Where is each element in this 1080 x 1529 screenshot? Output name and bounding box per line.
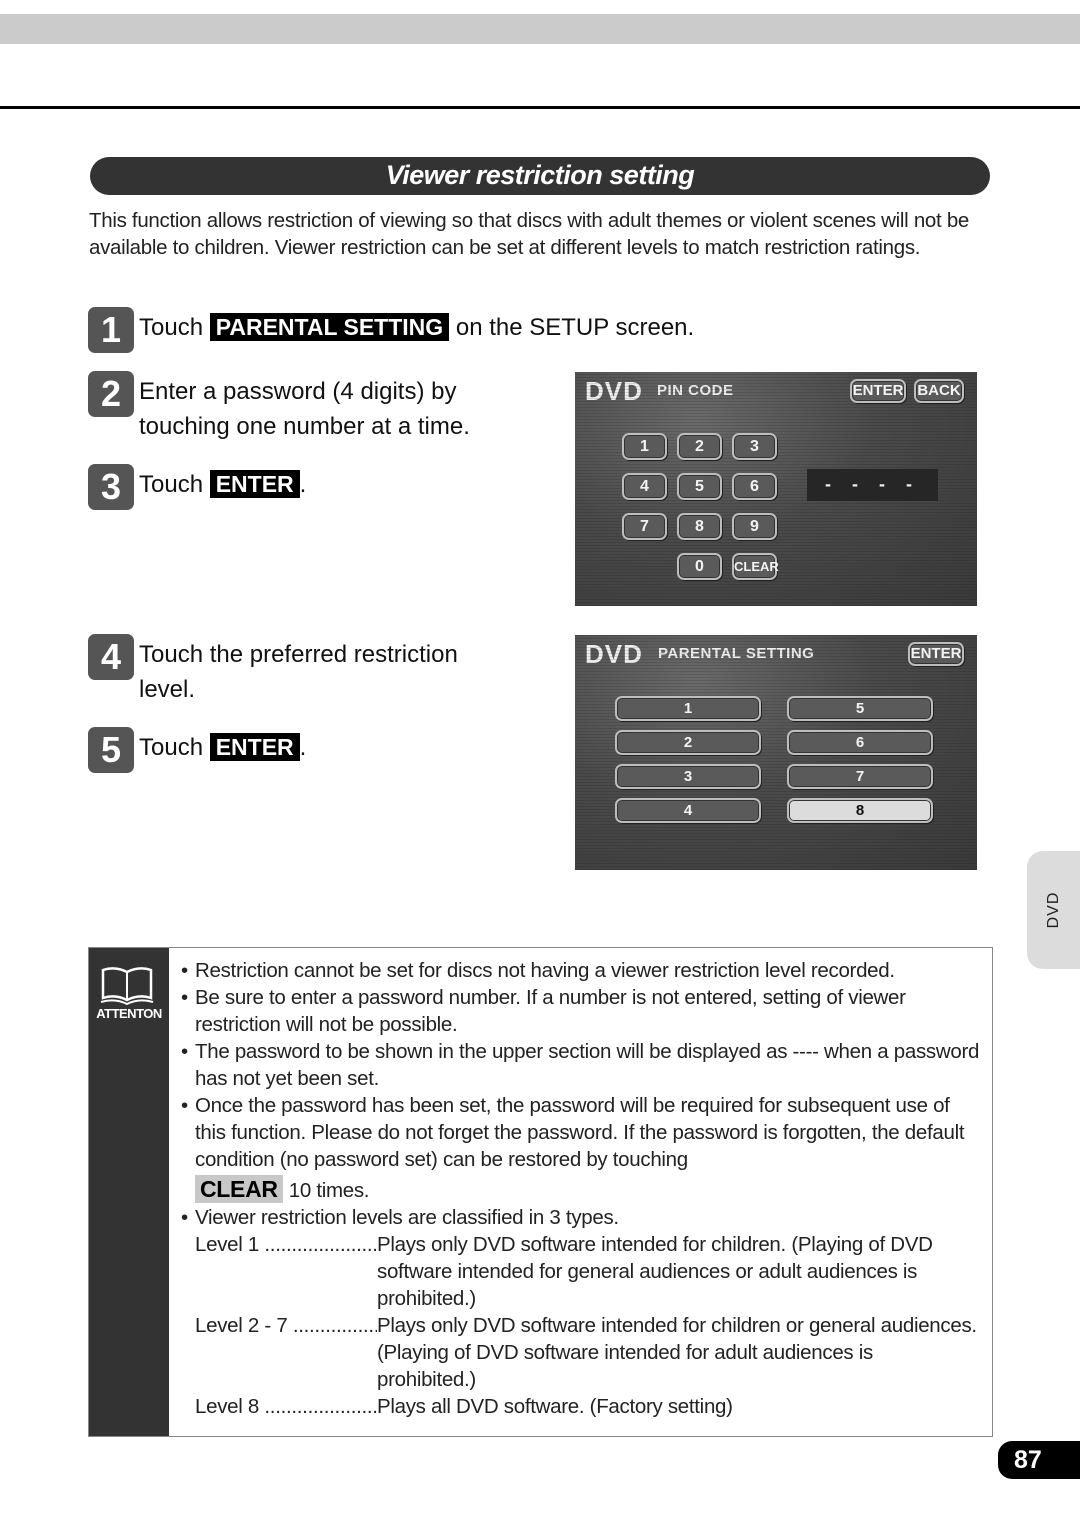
level-3-button[interactable]: 3 <box>615 764 761 789</box>
attention-bullet: Be sure to enter a password number. If a… <box>181 984 981 1038</box>
level-description: Plays only DVD software intended for chi… <box>377 1233 933 1310</box>
step-text: Enter a password (4 digits) by touching … <box>139 374 470 444</box>
level-6-button[interactable]: 6 <box>787 730 933 755</box>
clear-instruction: CLEAR 10 times. <box>181 1175 981 1204</box>
screen-title: PARENTAL SETTING <box>658 645 815 662</box>
section-tab-label: DVD <box>1044 891 1062 929</box>
level-7-button[interactable]: 7 <box>787 764 933 789</box>
intro-paragraph: This function allows restriction of view… <box>89 209 970 259</box>
clear-suffix: 10 times. <box>288 1179 370 1202</box>
step-number: 4 <box>88 634 134 680</box>
step-number: 1 <box>88 307 134 353</box>
level-name: Level 1 ................................… <box>195 1233 377 1256</box>
step-text-post: on the SETUP screen. <box>449 314 695 341</box>
level-row: Level 1 ................................… <box>181 1231 981 1312</box>
key-8[interactable]: 8 <box>677 513 722 540</box>
parental-setting-screen: DVD PARENTAL SETTING ENTER 1 2 3 4 5 6 7… <box>575 635 977 870</box>
key-6[interactable]: 6 <box>732 473 777 500</box>
attention-bullet: Once the password has been set, the pass… <box>181 1092 981 1173</box>
step-line-1: Enter a password (4 digits) by <box>139 378 457 405</box>
attention-bullet: Restriction cannot be set for discs not … <box>181 957 981 984</box>
header-rule <box>0 106 1080 109</box>
enter-button[interactable]: ENTER <box>850 379 906 403</box>
key-3[interactable]: 3 <box>732 433 777 460</box>
dvd-logo: DVD <box>585 639 643 669</box>
step-text: Touch ENTER. <box>139 467 306 502</box>
step-text-post: . <box>299 471 307 498</box>
level-4-button[interactable]: 4 <box>615 798 761 823</box>
attention-box: ATTENTON Restriction cannot be set for d… <box>88 947 993 1437</box>
attention-bullet: Viewer restriction levels are classified… <box>181 1204 981 1231</box>
level-row: Level 2 - 7 ............................… <box>181 1312 981 1393</box>
enter-button[interactable]: ENTER <box>908 642 964 666</box>
step-text-pre: Touch <box>139 471 210 498</box>
level-8-button-selected[interactable]: 8 <box>787 798 933 823</box>
step-text-post: . <box>299 734 307 761</box>
attention-label: ATTENTON <box>96 1006 162 1021</box>
step-text: Touch PARENTAL SETTING on the SETUP scre… <box>139 310 694 345</box>
enter-key: ENTER <box>209 733 300 761</box>
key-2[interactable]: 2 <box>677 433 722 460</box>
open-book-icon <box>100 967 154 1006</box>
level-1-button[interactable]: 1 <box>615 696 761 721</box>
step-text: Touch the preferred restriction level. <box>139 637 458 707</box>
key-0[interactable]: 0 <box>677 553 722 580</box>
step-text-pre: Touch <box>139 734 210 761</box>
key-4[interactable]: 4 <box>622 473 667 500</box>
parental-setting-key: PARENTAL SETTING <box>209 313 450 341</box>
step-line-1: Touch the preferred restriction <box>139 641 458 668</box>
step-text: Touch ENTER. <box>139 730 306 765</box>
back-button[interactable]: BACK <box>914 379 964 403</box>
step-number: 2 <box>88 371 134 417</box>
key-7[interactable]: 7 <box>622 513 667 540</box>
attention-bullet: The password to be shown in the upper se… <box>181 1038 981 1092</box>
dvd-logo: DVD <box>585 376 643 406</box>
step-line-2: touching one number at a time. <box>139 413 470 440</box>
key-5[interactable]: 5 <box>677 473 722 500</box>
clear-key: CLEAR <box>195 1175 283 1203</box>
step-text-pre: Touch <box>139 314 210 341</box>
key-9[interactable]: 9 <box>732 513 777 540</box>
enter-key: ENTER <box>209 470 300 498</box>
level-5-button[interactable]: 5 <box>787 696 933 721</box>
page-number: 87 <box>998 1441 1080 1479</box>
section-title: Viewer restriction setting <box>90 157 990 195</box>
level-name: Level 2 - 7 ............................… <box>195 1314 377 1337</box>
key-1[interactable]: 1 <box>622 433 667 460</box>
clear-button[interactable]: CLEAR <box>732 553 779 580</box>
screen-title: PIN CODE <box>657 382 734 399</box>
level-description: Plays only DVD software intended for chi… <box>377 1314 977 1391</box>
level-2-button[interactable]: 2 <box>615 730 761 755</box>
level-row: Level 8 ................................… <box>181 1393 981 1420</box>
step-line-2: level. <box>139 676 196 703</box>
pin-code-screen: DVD PIN CODE ENTER BACK 1 2 3 4 5 6 7 8 … <box>575 372 977 606</box>
attention-content: Restriction cannot be set for discs not … <box>181 957 981 1420</box>
level-description: Plays all DVD software. (Factory setting… <box>377 1395 733 1418</box>
section-tab-dvd: DVD <box>1027 851 1080 969</box>
step-number: 5 <box>88 727 134 773</box>
pin-display: - - - - <box>807 469 938 501</box>
step-number: 3 <box>88 464 134 510</box>
header-band <box>0 14 1080 44</box>
level-name: Level 8 ................................… <box>195 1395 377 1418</box>
attention-sidebar: ATTENTON <box>89 948 169 1436</box>
